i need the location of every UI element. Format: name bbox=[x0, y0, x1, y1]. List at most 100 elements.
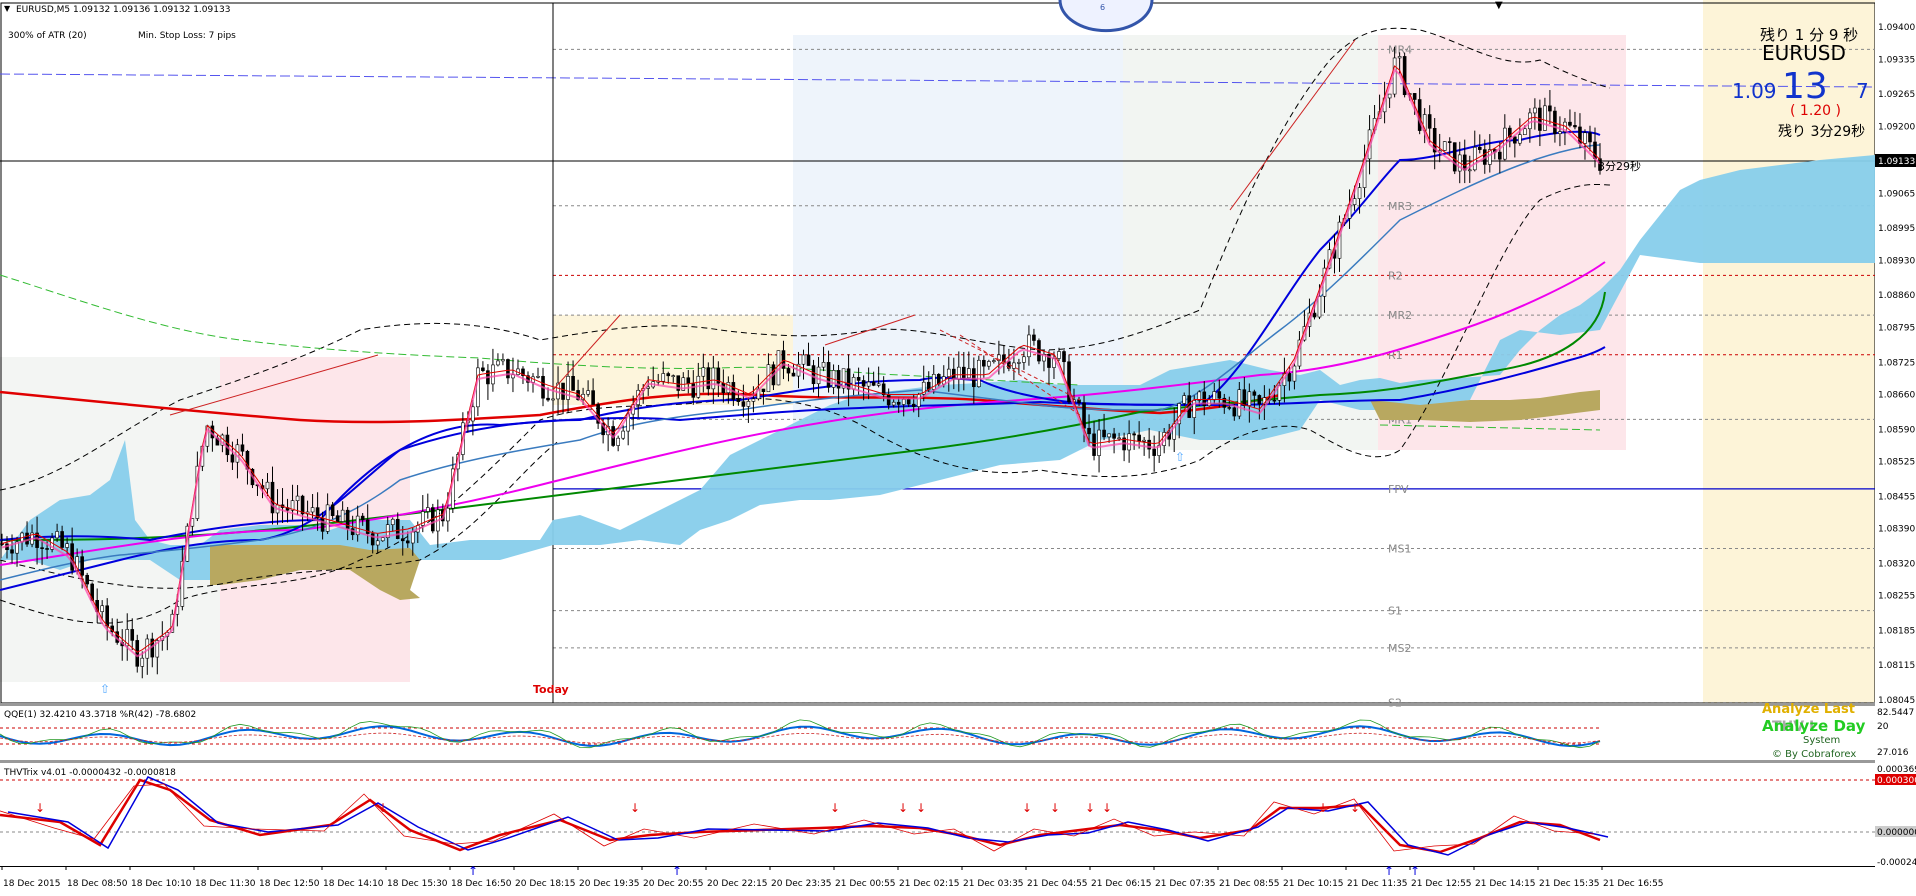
price-axis-label: 1.09335 bbox=[1878, 55, 1915, 65]
pivot-label-mr2: MR2 bbox=[1388, 309, 1412, 322]
sell-arrow-icon: ↓ bbox=[378, 801, 388, 815]
price-last: 7 bbox=[1856, 79, 1869, 103]
price-axis-label: 1.08255 bbox=[1878, 592, 1915, 602]
current-price-label: 1.09133 bbox=[1878, 157, 1915, 167]
time-label: 21 Dec 15:35 bbox=[1539, 879, 1600, 889]
price-axis-label: 1.08390 bbox=[1878, 525, 1915, 535]
sell-arrow-icon: ↓ bbox=[1022, 801, 1032, 815]
pane-bottom-border bbox=[0, 866, 1875, 867]
time-label: 21 Dec 14:15 bbox=[1475, 879, 1536, 889]
price-axis-label: 1.08995 bbox=[1878, 224, 1915, 234]
buy-arrow-icon: ↑ bbox=[1384, 864, 1394, 878]
sell-arrow-icon: ↓ bbox=[916, 801, 926, 815]
pivot-label-s2: S2 bbox=[1388, 696, 1402, 709]
time-label: 18 Dec 14:10 bbox=[323, 879, 384, 889]
time-label: 18 Dec 15:30 bbox=[387, 879, 448, 889]
stop-loss-label: Min. Stop Loss: 7 pips bbox=[138, 31, 236, 41]
buy-arrow-icon: ↑ bbox=[468, 864, 478, 878]
time-label: 21 Dec 04:55 bbox=[1027, 879, 1088, 889]
price-axis-label: 1.09265 bbox=[1878, 90, 1915, 100]
info-symbol: EURUSD bbox=[1762, 41, 1846, 65]
candle bbox=[1442, 141, 1447, 152]
svg-text:⇧: ⇧ bbox=[100, 682, 110, 696]
price-axis-label: 1.09200 bbox=[1878, 122, 1915, 132]
price-axis-label: 1.08045 bbox=[1878, 696, 1915, 706]
trading-chart[interactable]: MR4MR3R2MR2R1MR1FPVMS1S1MS2S2 bbox=[0, 0, 1916, 896]
system-label: System bbox=[1803, 735, 1840, 746]
price-axis-label: 1.08590 bbox=[1878, 425, 1915, 435]
sell-arrow-icon: ↓ bbox=[1318, 801, 1328, 815]
time-label: 18 Dec 08:50 bbox=[67, 879, 128, 889]
time-label: 20 Dec 23:35 bbox=[771, 879, 832, 889]
time-label: 21 Dec 07:35 bbox=[1155, 879, 1216, 889]
time-label: 20 Dec 19:35 bbox=[579, 879, 640, 889]
time-label: 20 Dec 22:15 bbox=[707, 879, 768, 889]
today-label: Today bbox=[533, 683, 569, 696]
time-label: 21 Dec 02:15 bbox=[899, 879, 960, 889]
price-change: ( 1.20 ) bbox=[1790, 103, 1841, 119]
price-axis-label: 1.08795 bbox=[1878, 323, 1915, 333]
price-axis-label: 1.08930 bbox=[1878, 256, 1915, 266]
price-axis-label: 1.08725 bbox=[1878, 358, 1915, 368]
chart-shift-icon[interactable]: ▼ bbox=[1495, 0, 1503, 11]
pivot-label-r2: R2 bbox=[1388, 269, 1403, 282]
time-label: 20 Dec 18:15 bbox=[515, 879, 576, 889]
time-label: 21 Dec 12:55 bbox=[1411, 879, 1472, 889]
time-label: 21 Dec 10:15 bbox=[1283, 879, 1344, 889]
pane-separator-1 bbox=[0, 703, 1875, 706]
qqe-scale-bottom: 27.016 bbox=[1877, 748, 1909, 758]
time-label: 20 Dec 20:55 bbox=[643, 879, 704, 889]
atr-label: 300% of ATR (20) bbox=[8, 31, 87, 41]
time-label: 21 Dec 11:35 bbox=[1347, 879, 1408, 889]
sell-arrow-icon: ↓ bbox=[898, 801, 908, 815]
trix-scale-top: 0.000369 bbox=[1877, 765, 1916, 775]
trix-scale-high: 0.000300 bbox=[1877, 776, 1916, 786]
price-axis-label: 1.09065 bbox=[1878, 189, 1915, 199]
time-label: 21 Dec 00:55 bbox=[835, 879, 896, 889]
trix-title: THVTrix v4.01 -0.0000432 -0.0000818 bbox=[3, 768, 176, 778]
buy-arrow-icon: ↑ bbox=[1410, 864, 1420, 878]
time-label: 18 Dec 11:30 bbox=[195, 879, 256, 889]
pane-separator-2 bbox=[0, 760, 1875, 763]
time-label: 18 Dec 10:10 bbox=[131, 879, 192, 889]
symbol-title: EURUSD,M5 1.09132 1.09136 1.09132 1.0913… bbox=[16, 5, 230, 15]
pivot-label-mr3: MR3 bbox=[1388, 200, 1412, 213]
pivot-label-s1: S1 bbox=[1388, 605, 1402, 618]
time-label: 21 Dec 16:55 bbox=[1603, 879, 1664, 889]
time-label: 21 Dec 06:15 bbox=[1091, 879, 1152, 889]
sell-arrow-icon: ↓ bbox=[630, 801, 640, 815]
qqe-scale-mid: 20 bbox=[1877, 722, 1889, 732]
time-label: 18 Dec 12:50 bbox=[259, 879, 320, 889]
price-axis-label: 1.09400 bbox=[1878, 23, 1915, 33]
pivot-label-ms1: MS1 bbox=[1388, 543, 1411, 556]
sell-arrow-icon: ↓ bbox=[1350, 801, 1360, 815]
candle bbox=[977, 355, 981, 388]
buy-arrow-icon: ↑ bbox=[672, 864, 682, 878]
pivot-label-ms2: MS2 bbox=[1388, 642, 1411, 655]
time-label: 21 Dec 03:35 bbox=[963, 879, 1024, 889]
sell-arrow-icon: ↓ bbox=[1085, 801, 1095, 815]
analyze-day-label: Analyze Day bbox=[1762, 717, 1866, 735]
qqe-scale-top: 82.5447 bbox=[1877, 708, 1914, 718]
pivot-label-fpv: FPV bbox=[1388, 483, 1409, 496]
collapse-triangle-icon[interactable]: ▼ bbox=[4, 4, 11, 13]
price-axis-label: 1.08185 bbox=[1878, 626, 1915, 636]
qqe-title: QQE(1) 32.4210 43.3718 %R(42) -78.6802 bbox=[4, 710, 196, 720]
credit-label: © By Cobraforex bbox=[1772, 749, 1856, 760]
price-axis-label: 1.08320 bbox=[1878, 559, 1915, 569]
price-axis bbox=[1875, 0, 1916, 896]
price-axis-label: 1.08455 bbox=[1878, 492, 1915, 502]
price-axis-label: 1.08115 bbox=[1878, 661, 1915, 671]
time-label: 18 Dec 2015 bbox=[3, 879, 61, 889]
sell-arrow-icon: ↓ bbox=[830, 801, 840, 815]
candle bbox=[1037, 338, 1041, 365]
price-axis-label: 1.08660 bbox=[1878, 391, 1915, 401]
svg-text:6: 6 bbox=[1100, 3, 1105, 12]
remaining-time-bottom: 残り 3分29秒 bbox=[1778, 124, 1865, 140]
trix-scale-bottom: -0.000244 bbox=[1877, 858, 1916, 868]
trix-scale-zero: 0.000000 bbox=[1877, 828, 1916, 838]
sell-arrow-icon: ↓ bbox=[1050, 801, 1060, 815]
time-label: 21 Dec 08:55 bbox=[1219, 879, 1280, 889]
analyze-last-label: Analyze Last bbox=[1762, 702, 1855, 717]
price-axis-label: 1.08525 bbox=[1878, 458, 1915, 468]
